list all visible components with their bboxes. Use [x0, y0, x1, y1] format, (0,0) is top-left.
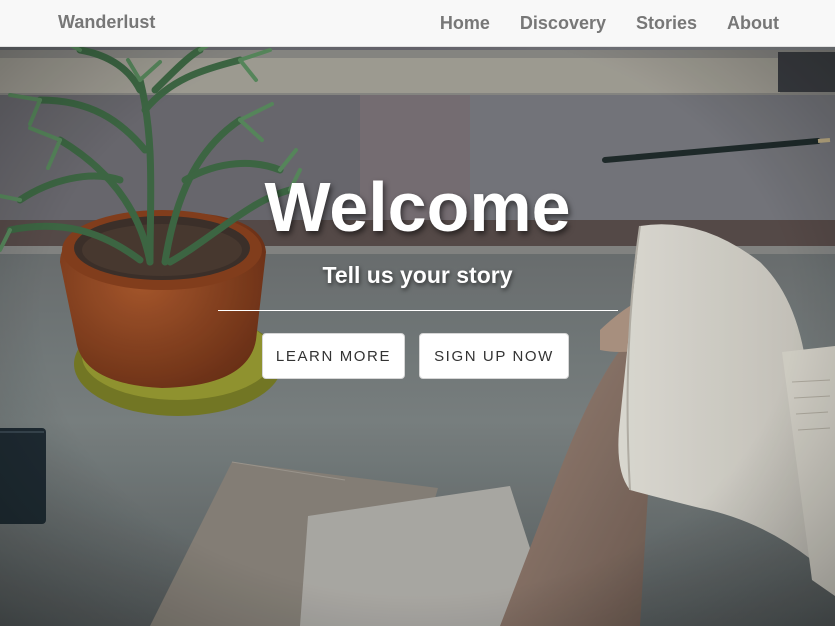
- nav-link-about[interactable]: About: [727, 0, 779, 47]
- nav-link-discovery[interactable]: Discovery: [520, 0, 606, 47]
- nav-link-home[interactable]: Home: [440, 0, 490, 47]
- hero-divider: [218, 310, 618, 311]
- learn-more-button[interactable]: LEARN MORE: [262, 333, 405, 379]
- top-navbar: Wanderlust Home Discovery Stories About: [0, 0, 835, 47]
- hero-section: [0, 47, 835, 626]
- hero-overlay: [0, 47, 835, 626]
- hero-title: Welcome: [264, 168, 571, 246]
- nav-links: Home Discovery Stories About: [440, 0, 835, 47]
- sign-up-now-button[interactable]: SIGN UP NOW: [419, 333, 569, 379]
- hero-subtitle: Tell us your story: [322, 262, 513, 288]
- brand-logo-link[interactable]: Wanderlust: [58, 12, 155, 33]
- nav-link-stories[interactable]: Stories: [636, 0, 697, 47]
